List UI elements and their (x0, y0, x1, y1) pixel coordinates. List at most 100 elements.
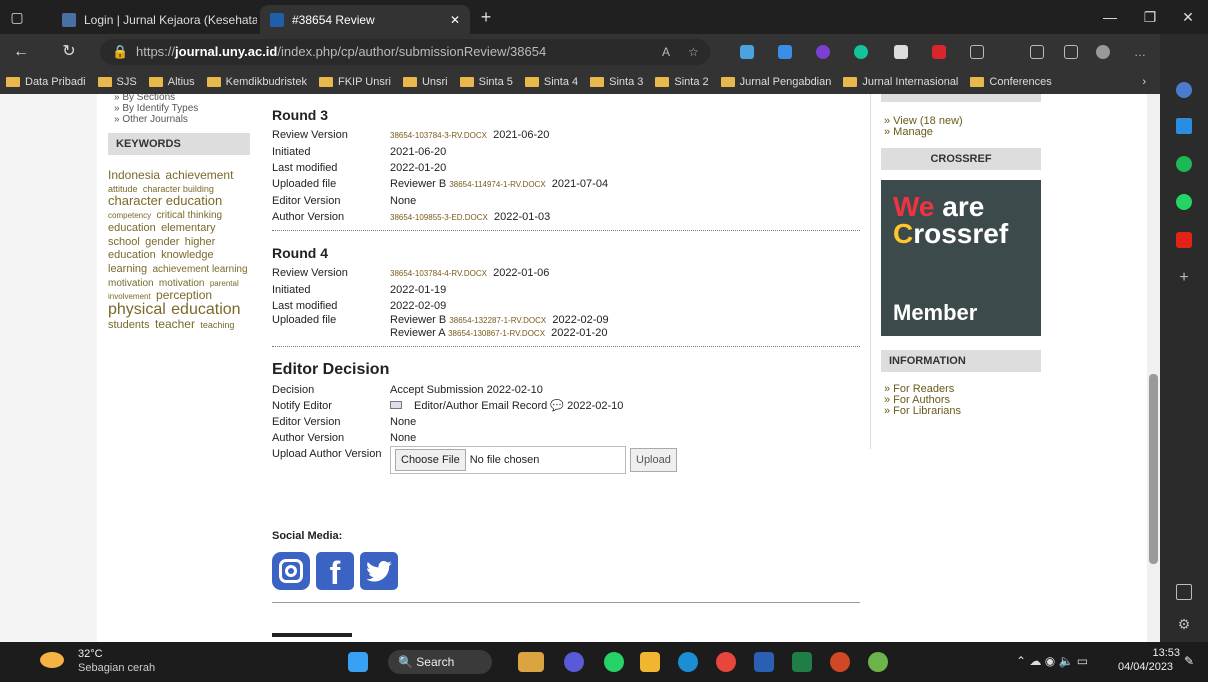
link-by-identify-types[interactable]: » By Identify Types (108, 103, 250, 114)
extension-icon[interactable] (778, 45, 792, 59)
favorite-icon[interactable]: ☆ (688, 45, 702, 59)
keyword-link[interactable]: knowledge (161, 249, 214, 262)
review-file-link[interactable]: 38654-103784-3-RV.DOCX (390, 131, 487, 140)
clock-time[interactable]: 13:53 (1140, 647, 1180, 659)
keyword-link[interactable]: competency (108, 211, 151, 220)
read-aloud-icon[interactable]: A (662, 45, 676, 59)
keyword-link[interactable]: Indonesia (108, 168, 160, 182)
spotify-icon[interactable] (1176, 156, 1192, 172)
profile-icon[interactable] (1096, 45, 1110, 59)
keyword-link[interactable]: attitude (108, 184, 138, 194)
clock-date[interactable]: 04/04/2023 (1118, 661, 1173, 673)
more-menu-icon[interactable]: … (1134, 45, 1148, 59)
shopping-icon[interactable] (1176, 118, 1192, 134)
bookmark-folder[interactable]: Jurnal Internasional (843, 76, 958, 88)
copilot-icon[interactable] (1176, 82, 1192, 98)
bookmark-folder[interactable]: Sinta 5 (459, 76, 513, 88)
keyword-link[interactable]: motivation (159, 278, 205, 289)
extension-icon[interactable] (816, 45, 830, 59)
keyword-link[interactable]: physical (108, 301, 166, 318)
bookmark-folder[interactable]: Kemdikbudristek (206, 76, 307, 88)
bookmark-folder[interactable]: Sinta 2 (655, 76, 709, 88)
extension-icon[interactable] (740, 45, 754, 59)
whatsapp-icon[interactable] (1176, 194, 1192, 210)
keyword-link[interactable]: students (108, 319, 150, 332)
file-input[interactable]: Choose File No file chosen (390, 446, 626, 474)
sidebar-toggle-icon[interactable] (1176, 584, 1192, 600)
reviewer-file-link[interactable]: 38654-114974-1-RV.DOCX (449, 180, 545, 189)
tray-icons[interactable]: ⌃ ☁ ◉ 🔈 ▭ (1016, 654, 1088, 668)
add-icon[interactable]: + (1176, 270, 1192, 286)
extension-icon[interactable] (894, 45, 908, 59)
keyword-link[interactable]: gender (145, 236, 179, 248)
keyword-link[interactable]: perception (156, 288, 212, 302)
url-field[interactable]: 🔒 https://journal.uny.ac.id/index.php/cp… (100, 39, 710, 65)
twitter-icon[interactable] (360, 552, 398, 590)
grammarly-icon[interactable] (854, 45, 868, 59)
keyword-link[interactable]: teaching (200, 320, 234, 330)
refresh-icon[interactable]: ↻ (58, 42, 80, 62)
powerpoint-icon[interactable] (830, 652, 850, 672)
choose-file-button[interactable]: Choose File (395, 449, 466, 471)
upload-button[interactable]: Upload (630, 448, 677, 472)
page-scrollbar[interactable] (1147, 94, 1160, 642)
tab-actions-icon[interactable]: ▢ (2, 6, 32, 28)
chrome-icon[interactable] (716, 652, 736, 672)
close-window-button[interactable]: ✕ (1168, 6, 1208, 28)
close-tab-icon[interactable]: ✕ (450, 13, 460, 27)
favorites-icon[interactable] (1030, 45, 1044, 59)
extensions-icon[interactable] (970, 45, 984, 59)
crossref-member-logo[interactable]: We are Crossref Member (881, 180, 1041, 336)
email-icon[interactable] (390, 401, 402, 409)
comment-icon[interactable]: 💬 (550, 400, 564, 412)
reviewer-file-link[interactable]: 38654-132287-1-RV.DOCX (449, 316, 546, 325)
app-icon[interactable] (868, 652, 888, 672)
settings-gear-icon[interactable]: ⚙ (1176, 616, 1192, 632)
instagram-icon[interactable] (272, 552, 310, 590)
extension-icon[interactable] (932, 45, 946, 59)
scrollbar-thumb[interactable] (1149, 374, 1158, 564)
keyword-link[interactable]: education (171, 301, 240, 318)
edge-icon[interactable] (678, 652, 698, 672)
tab-login-jurnal[interactable]: Login | Jurnal Kejaora (Kesehatan ✕ (52, 5, 257, 34)
bookmark-folder[interactable]: Conferences (970, 76, 1052, 88)
more-bookmarks-icon[interactable]: › (1142, 76, 1146, 88)
whatsapp-icon[interactable] (604, 652, 624, 672)
bookmark-folder[interactable]: Unsri (402, 76, 448, 88)
review-file-link[interactable]: 38654-103784-4-RV.DOCX (390, 269, 487, 278)
link-other-journals[interactable]: » Other Journals (108, 114, 250, 125)
restore-button[interactable]: ❐ (1130, 6, 1170, 28)
facebook-icon[interactable]: f (316, 552, 354, 591)
link-by-sections[interactable]: » By Sections (108, 94, 250, 103)
reviewer-file-link[interactable]: 38654-130867-1-RV.DOCX (448, 329, 545, 338)
file-explorer-icon[interactable] (640, 652, 660, 672)
keyword-link[interactable]: critical thinking (156, 210, 222, 221)
tab-review[interactable]: #38654 Review ✕ (260, 5, 470, 34)
back-icon[interactable]: ← (10, 42, 32, 62)
keyword-link[interactable]: character building (143, 184, 214, 194)
bookmark-folder[interactable]: Data Pribadi (6, 76, 86, 88)
notification-icon[interactable]: ✎ (1184, 654, 1194, 668)
keyword-link[interactable]: motivation (108, 278, 154, 289)
link-for-librarians[interactable]: » For Librarians (881, 406, 1041, 417)
weather-icon[interactable] (40, 652, 64, 668)
taskbar-search[interactable]: 🔍 Search (388, 650, 492, 674)
keyword-link[interactable]: teacher (155, 317, 195, 331)
weather-text[interactable]: Sebagian cerah (78, 662, 155, 674)
email-record-link[interactable]: Editor/Author Email Record (414, 400, 547, 412)
bookmark-folder[interactable]: SJS (97, 76, 137, 88)
collections-icon[interactable] (1064, 45, 1078, 59)
bookmark-folder[interactable]: Sinta 3 (590, 76, 643, 88)
new-tab-button[interactable]: + (472, 6, 500, 28)
bookmark-folder[interactable]: Jurnal Pengabdian (720, 76, 831, 88)
bookmark-folder[interactable]: Altius (148, 76, 195, 88)
youtube-icon[interactable] (1176, 232, 1192, 248)
keyword-link[interactable]: character education (108, 193, 222, 208)
bookmark-folder[interactable]: FKIP Unsri (318, 76, 391, 88)
start-icon[interactable] (348, 652, 368, 672)
widgets-icon[interactable] (518, 652, 544, 672)
minimize-button[interactable]: — (1090, 6, 1130, 28)
weather-temp[interactable]: 32°C (78, 648, 103, 660)
keyword-link[interactable]: learning (108, 263, 147, 275)
excel-icon[interactable] (792, 652, 812, 672)
